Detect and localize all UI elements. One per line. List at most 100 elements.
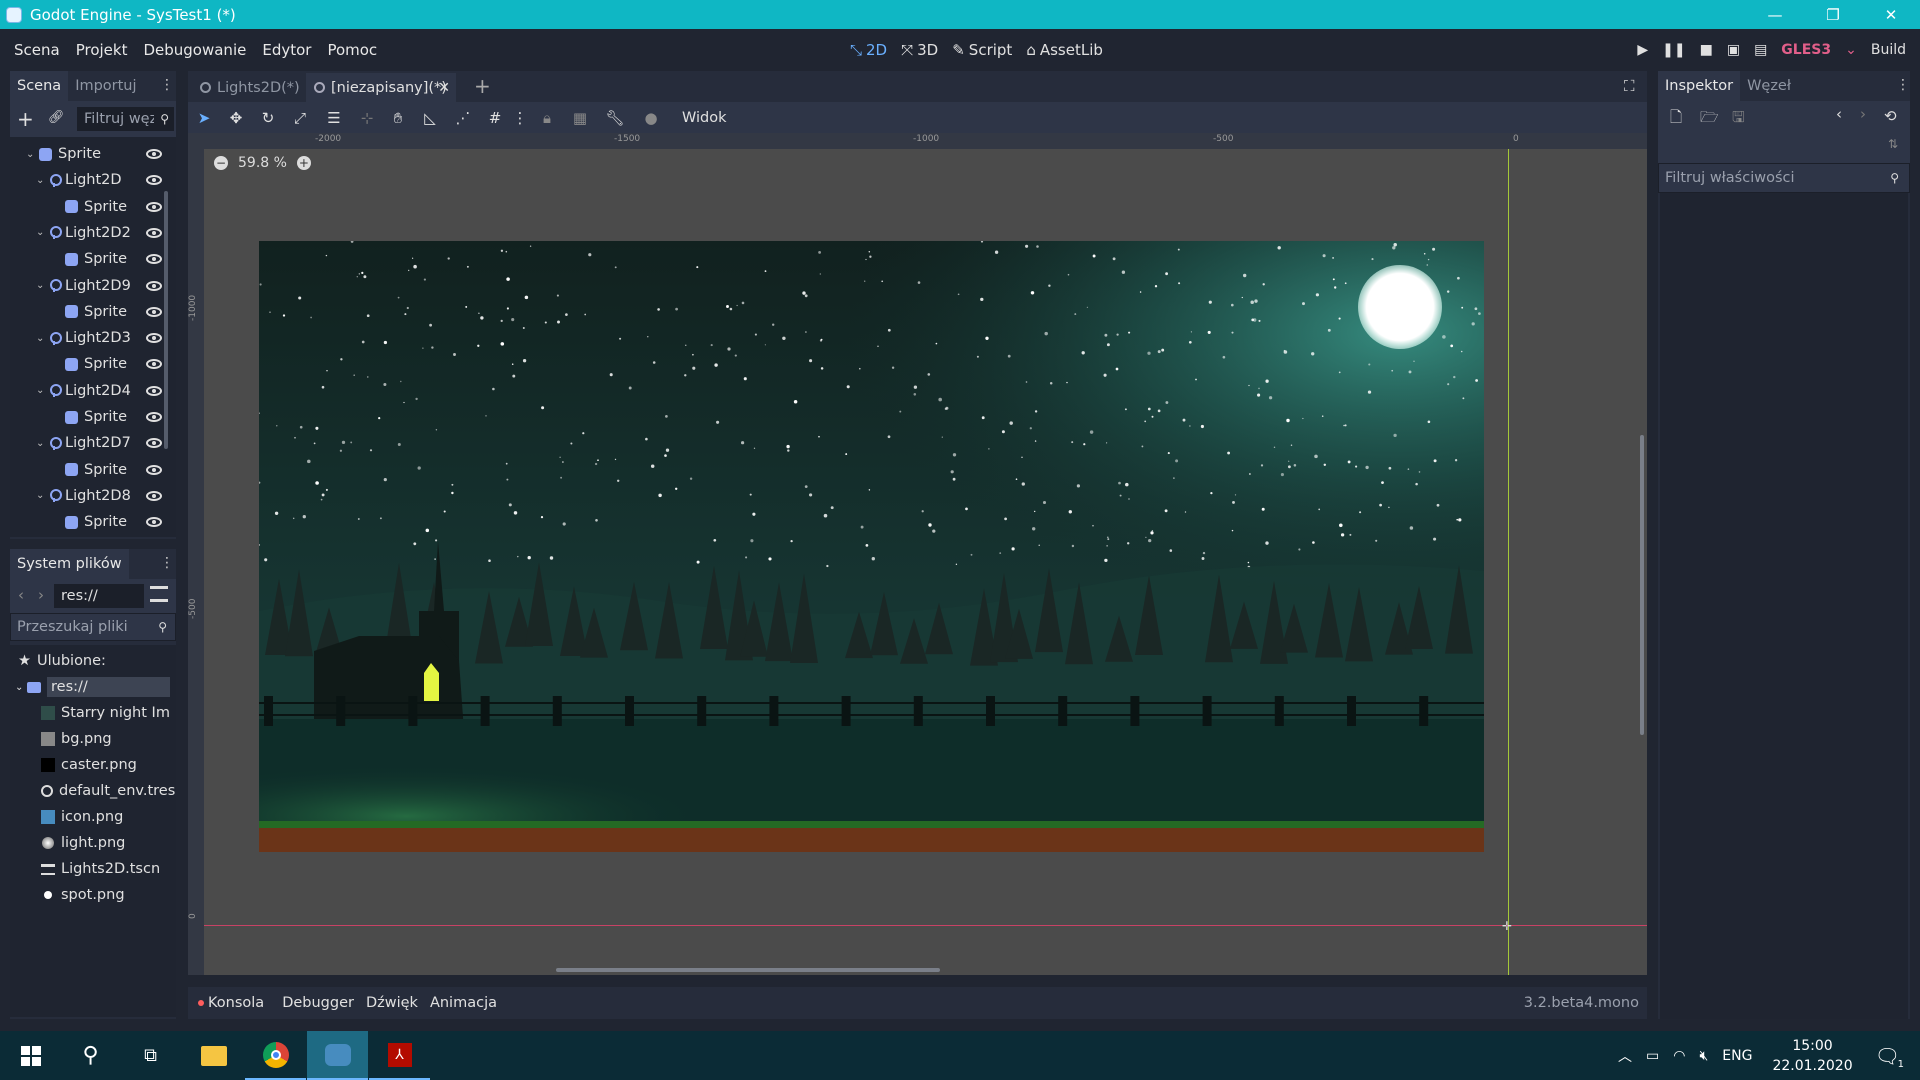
scene-tree-scrollbar[interactable]: [164, 191, 168, 449]
restore-button[interactable]: ❐: [1804, 0, 1862, 29]
chevron-down-icon[interactable]: ⌄: [36, 175, 46, 186]
filter-properties-input[interactable]: Filtruj właściwości ⚲: [1658, 163, 1910, 193]
file-item[interactable]: bg.png: [41, 726, 112, 752]
file-item[interactable]: default_env.tres: [41, 778, 175, 804]
pivot-tool-icon[interactable]: ⊹: [352, 109, 382, 127]
pause-icon[interactable]: ❚❚: [1662, 42, 1685, 58]
mode-script-button[interactable]: ✎ Script: [952, 41, 1012, 59]
scene-tab-lights2d[interactable]: Lights2D(*): [192, 73, 308, 102]
dock-menu-icon[interactable]: ⋮: [160, 77, 174, 93]
file-item[interactable]: Starry night Im: [41, 700, 170, 726]
close-button[interactable]: ✕: [1862, 0, 1920, 29]
scene-tree-node[interactable]: ⌄ Light2D2: [10, 220, 170, 246]
bones-icon[interactable]: 🔧︎: [596, 109, 634, 127]
chevron-down-icon[interactable]: ⌄: [1845, 42, 1857, 58]
list-select-icon[interactable]: ☰: [316, 109, 352, 127]
tab-importuj[interactable]: Importuj: [68, 71, 143, 101]
chevron-down-icon[interactable]: ⌄: [36, 385, 46, 396]
file-explorer-icon[interactable]: [183, 1031, 244, 1080]
chevron-up-icon[interactable]: ︿: [1618, 1046, 1632, 1066]
stop-icon[interactable]: ■: [1700, 42, 1713, 58]
tab-inspektor[interactable]: Inspektor: [1658, 71, 1741, 101]
visibility-eye-icon[interactable]: [146, 227, 162, 238]
file-item[interactable]: caster.png: [41, 752, 137, 778]
menu-projekt[interactable]: Projekt: [68, 41, 136, 59]
zoom-level[interactable]: 59.8 %: [238, 155, 287, 171]
language-indicator[interactable]: ENG: [1722, 1048, 1752, 1064]
smart-snap-icon[interactable]: ⋰: [446, 109, 480, 127]
history-back-icon[interactable]: ‹: [1836, 105, 1842, 123]
visibility-eye-icon[interactable]: [146, 201, 162, 212]
visibility-eye-icon[interactable]: [146, 149, 162, 159]
mode-assetlib-button[interactable]: ⌂ AssetLib: [1026, 41, 1103, 59]
godot-icon[interactable]: [307, 1031, 368, 1080]
build-button[interactable]: Build: [1871, 42, 1906, 58]
visibility-eye-icon[interactable]: [146, 490, 162, 501]
visibility-eye-icon[interactable]: [146, 464, 162, 475]
select-tool-icon[interactable]: ➤: [188, 109, 220, 127]
menu-scena[interactable]: Scena: [0, 41, 68, 59]
object-properties-icon[interactable]: ⇅: [1888, 137, 1898, 151]
scene-tree-node[interactable]: ⌄ Sprite: [10, 141, 170, 167]
tab-animacja[interactable]: Animacja: [430, 995, 497, 1011]
forward-icon[interactable]: ›: [38, 586, 44, 604]
chevron-down-icon[interactable]: ⌄: [26, 149, 36, 160]
file-item[interactable]: Lights2D.tscn: [41, 856, 160, 882]
wifi-icon[interactable]: ◠: [1673, 1048, 1685, 1064]
snap-options-icon[interactable]: ⋮: [510, 109, 530, 127]
visibility-eye-icon[interactable]: [146, 254, 162, 265]
visibility-eye-icon[interactable]: [146, 280, 162, 291]
chevron-down-icon[interactable]: ⌄: [36, 490, 46, 501]
camera-override-icon[interactable]: ●: [634, 109, 668, 127]
close-tab-icon[interactable]: ✕: [438, 80, 450, 96]
visibility-eye-icon[interactable]: [146, 517, 162, 528]
scene-tree-node[interactable]: Sprite: [10, 194, 170, 220]
mute-icon[interactable]: 🔇︎: [1699, 1048, 1708, 1064]
play-custom-scene-icon[interactable]: ▤: [1754, 42, 1767, 58]
scene-tree-node[interactable]: ⌄ Light2D9: [10, 273, 170, 299]
chrome-icon[interactable]: [245, 1031, 306, 1080]
group-icon[interactable]: ▦: [564, 109, 596, 127]
battery-icon[interactable]: ▭: [1646, 1048, 1659, 1064]
chevron-down-icon[interactable]: ⌄: [36, 438, 46, 449]
scene-tree-node[interactable]: Sprite: [10, 246, 170, 272]
visibility-eye-icon[interactable]: [146, 306, 162, 317]
visibility-eye-icon[interactable]: [146, 412, 162, 422]
history-icon[interactable]: ⟲: [1884, 107, 1897, 125]
pan-tool-icon[interactable]: ✋︎: [382, 109, 414, 127]
menu-edytor[interactable]: Edytor: [254, 41, 319, 59]
windows-start-icon[interactable]: [0, 1031, 61, 1080]
move-tool-icon[interactable]: ✥: [220, 109, 252, 127]
mode-2d-button[interactable]: ⤡ 2D: [850, 41, 887, 59]
scene-tree-node[interactable]: ⌄ Light2D4: [10, 378, 170, 404]
notification-icon[interactable]: 🗨︎ 1: [1875, 1044, 1904, 1070]
scene-tree-node[interactable]: ⌄ Light2D8: [10, 483, 170, 509]
visibility-eye-icon[interactable]: [146, 385, 162, 396]
link-icon[interactable]: 🔗︎: [48, 110, 65, 125]
play-scene-icon[interactable]: ▣: [1727, 42, 1740, 58]
search-icon[interactable]: ⚲: [60, 1031, 121, 1080]
chevron-down-icon[interactable]: ⌄: [36, 333, 46, 344]
visibility-eye-icon[interactable]: [146, 438, 162, 449]
chevron-down-icon[interactable]: ⌄: [36, 280, 46, 291]
scene-tree-node[interactable]: ⌄ Light2D: [10, 167, 170, 193]
horizontal-scrollbar[interactable]: [556, 968, 940, 972]
dock-menu-icon[interactable]: ⋮: [1896, 77, 1910, 93]
vertical-scrollbar[interactable]: [1640, 435, 1644, 735]
visibility-eye-icon[interactable]: [146, 333, 162, 344]
menu-pomoc[interactable]: Pomoc: [319, 41, 385, 59]
back-icon[interactable]: ‹: [18, 586, 24, 604]
file-item[interactable]: light.png: [41, 830, 125, 856]
view-menu[interactable]: Widok: [668, 110, 727, 126]
tab-dzwiek[interactable]: Dźwięk: [366, 995, 418, 1011]
task-view-icon[interactable]: ⧉: [120, 1031, 181, 1080]
visibility-eye-icon[interactable]: [146, 359, 162, 370]
res-root-row[interactable]: ⌄ res://: [10, 674, 170, 700]
zoom-out-icon[interactable]: −: [214, 156, 228, 170]
add-node-icon[interactable]: +: [17, 107, 34, 131]
rotate-tool-icon[interactable]: ↻: [252, 109, 284, 127]
scene-tree-node[interactable]: Sprite: [10, 351, 170, 377]
scale-tool-icon[interactable]: ⤢: [284, 109, 316, 127]
starry-night-sprite[interactable]: [259, 241, 1484, 852]
tab-system-plikow[interactable]: System plików: [10, 549, 129, 579]
